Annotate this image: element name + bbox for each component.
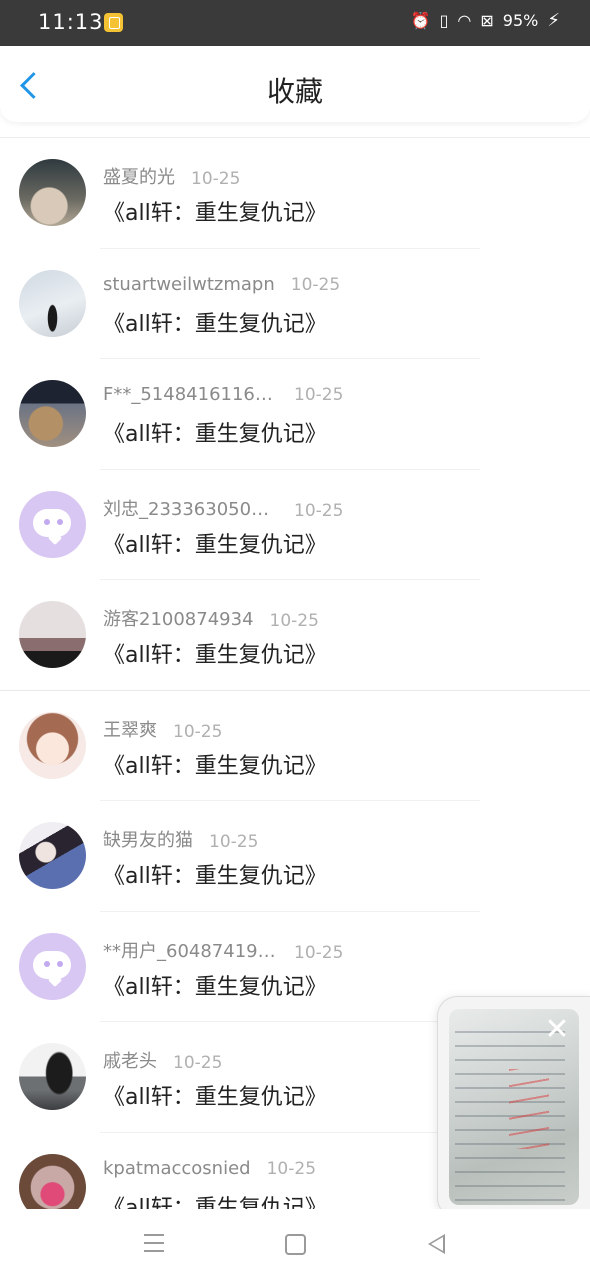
user-name: 游客2100874934 xyxy=(103,609,254,630)
book-title: 《all轩：重生复仇记》 xyxy=(103,422,327,447)
date: 10-25 xyxy=(294,385,344,405)
list-item[interactable]: 刘忠_2333630504... 10-25 《all轩：重生复仇记》 xyxy=(0,470,590,580)
header: 收藏 xyxy=(0,46,590,122)
date: 10-25 xyxy=(269,611,319,631)
avatar[interactable] xyxy=(19,601,86,668)
list-item[interactable]: 缺男友的猫 10-25 《all轩：重生复仇记》 xyxy=(0,801,590,912)
user-name: 戚老头 xyxy=(103,1051,157,1072)
avatar[interactable] xyxy=(19,1043,86,1110)
book-title: 《all轩：重生复仇记》 xyxy=(103,1085,327,1110)
user-name: 刘忠_2333630504... xyxy=(103,498,278,520)
date: 10-25 xyxy=(294,942,344,963)
avatar[interactable] xyxy=(19,932,86,1000)
menu-icon[interactable] xyxy=(144,1234,164,1254)
page-title: 收藏 xyxy=(266,75,323,108)
status-time: 11:13 xyxy=(38,10,104,34)
avatar[interactable] xyxy=(19,490,86,558)
avatar[interactable] xyxy=(19,269,86,337)
list-item[interactable]: stuartweilwtzmapn 10-25 《all轩：重生复仇记》 xyxy=(0,249,590,359)
alarm-icon: ⏰ xyxy=(410,11,431,30)
user-name: F**_51484161162... xyxy=(103,384,278,405)
book-title: 《all轩：重生复仇记》 xyxy=(103,311,327,337)
date: 10-25 xyxy=(173,1053,223,1073)
user-name: 盛夏的光 xyxy=(103,167,175,188)
avatar[interactable] xyxy=(19,822,86,889)
user-name: 缺男友的猫 xyxy=(103,830,193,851)
book-title: 《all轩：重生复仇记》 xyxy=(103,864,327,889)
floating-preview-window[interactable]: ✕ xyxy=(437,996,590,1218)
wifi-icon: ◠ xyxy=(457,11,472,30)
date: 10-25 xyxy=(209,832,259,852)
date: 10-25 xyxy=(290,274,341,295)
app-notification-icon xyxy=(104,13,123,32)
list-item[interactable]: 游客2100874934 10-25 《all轩：重生复仇记》 xyxy=(0,580,590,691)
user-name: **用户_604874198... xyxy=(103,940,278,962)
back-triangle-icon[interactable] xyxy=(428,1234,445,1254)
list-item[interactable]: 盛夏的光 10-25 《all轩：重生复仇记》 xyxy=(0,138,590,249)
date: 10-25 xyxy=(191,169,241,189)
book-title: 《all轩：重生复仇记》 xyxy=(103,753,327,779)
book-title: 《all轩：重生复仇记》 xyxy=(103,1195,327,1210)
battery-percent: 95% xyxy=(502,11,539,30)
date: 10-25 xyxy=(173,721,223,742)
user-name: 王翠爽 xyxy=(103,719,157,741)
date: 10-25 xyxy=(266,1158,317,1179)
list-item[interactable]: 王翠爽 10-25 《all轩：重生复仇记》 xyxy=(0,691,590,801)
battery-saver-icon: ⊠ xyxy=(480,11,494,30)
book-title: 《all轩：重生复仇记》 xyxy=(103,532,327,558)
book-title: 《all轩：重生复仇记》 xyxy=(103,974,327,1000)
user-name: stuartweilwtzmapn xyxy=(103,273,275,295)
list-item[interactable]: F**_51484161162... 10-25 《all轩：重生复仇记》 xyxy=(0,359,590,470)
book-title: 《all轩：重生复仇记》 xyxy=(103,643,327,668)
close-icon[interactable]: ✕ xyxy=(544,1015,570,1045)
date: 10-25 xyxy=(294,500,344,521)
status-icons: ⏰ ▯ ◠ ⊠ 95% ⚡ xyxy=(411,10,560,31)
charging-icon: ⚡ xyxy=(547,10,560,31)
status-bar: 11:13 ⏰ ▯ ◠ ⊠ 95% ⚡ xyxy=(0,0,590,46)
avatar[interactable] xyxy=(19,380,86,447)
book-title: 《all轩：重生复仇记》 xyxy=(103,201,327,226)
avatar[interactable] xyxy=(19,711,86,779)
vibrate-icon: ▯ xyxy=(439,11,449,30)
home-icon[interactable] xyxy=(285,1234,306,1255)
avatar[interactable] xyxy=(19,1153,86,1209)
user-name: kpatmaccosnied xyxy=(103,1157,251,1179)
avatar[interactable] xyxy=(19,159,86,226)
navigation-bar xyxy=(0,1209,590,1280)
